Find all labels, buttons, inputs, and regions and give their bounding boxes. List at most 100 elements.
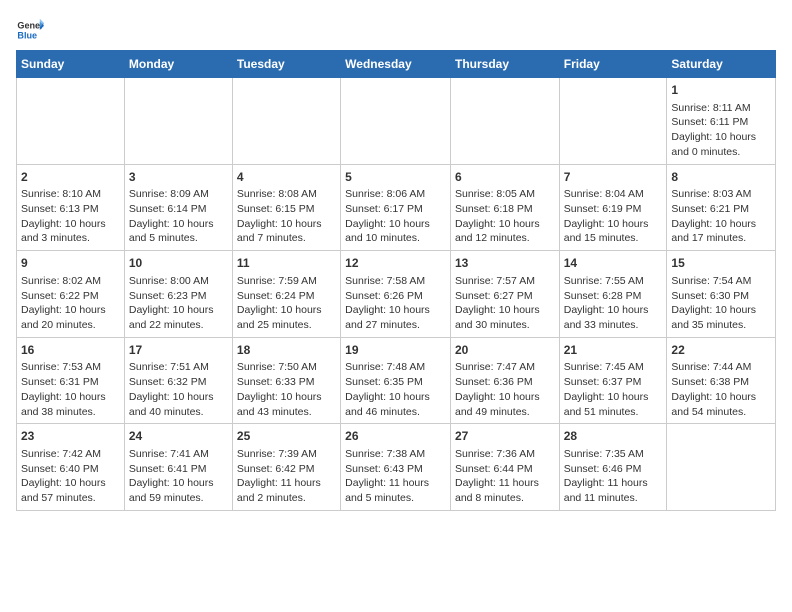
column-header-sunday: Sunday [17,51,125,78]
day-info: Sunrise: 7:42 AM Sunset: 6:40 PM Dayligh… [21,447,120,506]
day-number: 5 [345,169,446,186]
day-number: 25 [237,428,336,445]
day-number: 9 [21,255,120,272]
day-info: Sunrise: 8:06 AM Sunset: 6:17 PM Dayligh… [345,187,446,246]
calendar-cell: 20Sunrise: 7:47 AM Sunset: 6:36 PM Dayli… [450,337,559,424]
day-info: Sunrise: 7:53 AM Sunset: 6:31 PM Dayligh… [21,360,120,419]
calendar-cell: 8Sunrise: 8:03 AM Sunset: 6:21 PM Daylig… [667,164,776,251]
day-number: 27 [455,428,555,445]
day-number: 20 [455,342,555,359]
svg-text:Blue: Blue [17,30,37,40]
calendar-cell: 15Sunrise: 7:54 AM Sunset: 6:30 PM Dayli… [667,251,776,338]
day-number: 7 [564,169,663,186]
day-info: Sunrise: 8:11 AM Sunset: 6:11 PM Dayligh… [671,101,771,160]
calendar-cell: 13 Sunrise: 7:57 AM Sunset: 6:27 PM Dayli… [450,251,559,338]
day-info: Sunrise: 7:36 AM Sunset: 6:44 PM Dayligh… [455,447,555,506]
calendar-cell: 9Sunrise: 8:02 AM Sunset: 6:22 PM Daylig… [17,251,125,338]
week-row-2: 2Sunrise: 8:10 AM Sunset: 6:13 PM Daylig… [17,164,776,251]
day-number: 19 [345,342,446,359]
calendar-cell: 24 Sunrise: 7:41 AM Sunset: 6:41 PM Dayli… [124,424,232,511]
day-number: 13 [455,255,555,272]
column-header-friday: Friday [559,51,667,78]
calendar-cell: 16Sunrise: 7:53 AM Sunset: 6:31 PM Dayli… [17,337,125,424]
calendar-cell [124,78,232,165]
calendar-cell: 6Sunrise: 8:05 AM Sunset: 6:18 PM Daylig… [450,164,559,251]
day-info: Sunrise: 7:38 AM Sunset: 6:43 PM Dayligh… [345,447,446,506]
calendar-cell: 3Sunrise: 8:09 AM Sunset: 6:14 PM Daylig… [124,164,232,251]
calendar-cell [450,78,559,165]
calendar-cell: 26 Sunrise: 7:38 AM Sunset: 6:43 PM Dayli… [341,424,451,511]
day-number: 12 [345,255,446,272]
day-number: 22 [671,342,771,359]
day-number: 3 [129,169,228,186]
day-number: 1 [671,82,771,99]
calendar-cell: 11Sunrise: 7:59 AM Sunset: 6:24 PM Dayli… [232,251,340,338]
calendar-body: 1 Sunrise: 8:11 AM Sunset: 6:11 PM Daylig… [17,78,776,511]
day-info: Sunrise: 7:35 AM Sunset: 6:46 PM Dayligh… [564,447,663,506]
column-header-wednesday: Wednesday [341,51,451,78]
logo-icon: General Blue [16,16,44,44]
day-number: 15 [671,255,771,272]
logo: General Blue [16,16,44,44]
calendar-cell: 7Sunrise: 8:04 AM Sunset: 6:19 PM Daylig… [559,164,667,251]
calendar-cell: 18Sunrise: 7:50 AM Sunset: 6:33 PM Dayli… [232,337,340,424]
day-number: 10 [129,255,228,272]
day-info: Sunrise: 8:10 AM Sunset: 6:13 PM Dayligh… [21,187,120,246]
day-number: 26 [345,428,446,445]
column-header-saturday: Saturday [667,51,776,78]
day-info: Sunrise: 7:58 AM Sunset: 6:26 PM Dayligh… [345,274,446,333]
day-info: Sunrise: 8:04 AM Sunset: 6:19 PM Dayligh… [564,187,663,246]
day-info: Sunrise: 7:55 AM Sunset: 6:28 PM Dayligh… [564,274,663,333]
day-info: Sunrise: 7:39 AM Sunset: 6:42 PM Dayligh… [237,447,336,506]
day-number: 6 [455,169,555,186]
calendar-cell: 25 Sunrise: 7:39 AM Sunset: 6:42 PM Dayli… [232,424,340,511]
day-number: 2 [21,169,120,186]
day-info: Sunrise: 7:45 AM Sunset: 6:37 PM Dayligh… [564,360,663,419]
day-info: Sunrise: 7:57 AM Sunset: 6:27 PM Dayligh… [455,274,555,333]
day-number: 11 [237,255,336,272]
calendar-header: SundayMondayTuesdayWednesdayThursdayFrid… [17,51,776,78]
calendar-cell [17,78,125,165]
day-number: 24 [129,428,228,445]
column-header-monday: Monday [124,51,232,78]
calendar-cell: 28 Sunrise: 7:35 AM Sunset: 6:46 PM Dayli… [559,424,667,511]
day-info: Sunrise: 7:44 AM Sunset: 6:38 PM Dayligh… [671,360,771,419]
calendar-cell: 2Sunrise: 8:10 AM Sunset: 6:13 PM Daylig… [17,164,125,251]
calendar-table: SundayMondayTuesdayWednesdayThursdayFrid… [16,50,776,511]
day-info: Sunrise: 8:05 AM Sunset: 6:18 PM Dayligh… [455,187,555,246]
day-number: 17 [129,342,228,359]
calendar-cell: 1 Sunrise: 8:11 AM Sunset: 6:11 PM Daylig… [667,78,776,165]
column-header-tuesday: Tuesday [232,51,340,78]
column-header-thursday: Thursday [450,51,559,78]
calendar-cell: 10 Sunrise: 8:00 AM Sunset: 6:23 PM Dayli… [124,251,232,338]
day-number: 28 [564,428,663,445]
day-number: 4 [237,169,336,186]
calendar-cell [232,78,340,165]
day-number: 16 [21,342,120,359]
calendar-cell: 12 Sunrise: 7:58 AM Sunset: 6:26 PM Dayli… [341,251,451,338]
header-row: SundayMondayTuesdayWednesdayThursdayFrid… [17,51,776,78]
week-row-4: 16Sunrise: 7:53 AM Sunset: 6:31 PM Dayli… [17,337,776,424]
day-info: Sunrise: 7:48 AM Sunset: 6:35 PM Dayligh… [345,360,446,419]
day-info: Sunrise: 8:03 AM Sunset: 6:21 PM Dayligh… [671,187,771,246]
calendar-cell: 4Sunrise: 8:08 AM Sunset: 6:15 PM Daylig… [232,164,340,251]
day-number: 21 [564,342,663,359]
day-info: Sunrise: 7:50 AM Sunset: 6:33 PM Dayligh… [237,360,336,419]
day-number: 23 [21,428,120,445]
calendar-cell: 17Sunrise: 7:51 AM Sunset: 6:32 PM Dayli… [124,337,232,424]
day-number: 18 [237,342,336,359]
day-info: Sunrise: 7:41 AM Sunset: 6:41 PM Dayligh… [129,447,228,506]
week-row-5: 23 Sunrise: 7:42 AM Sunset: 6:40 PM Dayli… [17,424,776,511]
calendar-cell: 22Sunrise: 7:44 AM Sunset: 6:38 PM Dayli… [667,337,776,424]
calendar-cell: 5Sunrise: 8:06 AM Sunset: 6:17 PM Daylig… [341,164,451,251]
day-info: Sunrise: 8:08 AM Sunset: 6:15 PM Dayligh… [237,187,336,246]
day-info: Sunrise: 8:09 AM Sunset: 6:14 PM Dayligh… [129,187,228,246]
week-row-3: 9Sunrise: 8:02 AM Sunset: 6:22 PM Daylig… [17,251,776,338]
calendar-cell: 21Sunrise: 7:45 AM Sunset: 6:37 PM Dayli… [559,337,667,424]
day-number: 8 [671,169,771,186]
week-row-1: 1 Sunrise: 8:11 AM Sunset: 6:11 PM Daylig… [17,78,776,165]
day-info: Sunrise: 7:47 AM Sunset: 6:36 PM Dayligh… [455,360,555,419]
calendar-cell: 23 Sunrise: 7:42 AM Sunset: 6:40 PM Dayli… [17,424,125,511]
calendar-cell: 19Sunrise: 7:48 AM Sunset: 6:35 PM Dayli… [341,337,451,424]
day-info: Sunrise: 8:00 AM Sunset: 6:23 PM Dayligh… [129,274,228,333]
